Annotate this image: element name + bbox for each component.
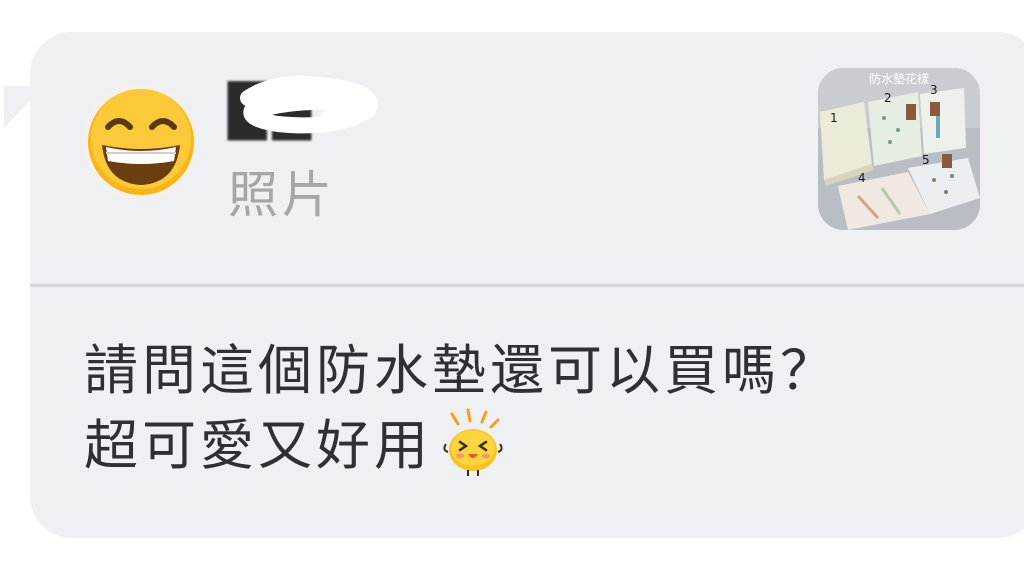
message-text: 請問這個防水墊還可以買嗎？ 超可愛又好用 [84, 334, 1004, 483]
message-line-2: 超可愛又好用 [84, 414, 432, 477]
svg-text:4: 4 [858, 171, 866, 185]
grinning-face-icon [88, 89, 194, 195]
message-line-1: 請問這個防水墊還可以買嗎？ [84, 339, 838, 402]
svg-text:1: 1 [830, 111, 838, 125]
photo-caption: 防水墊花樣 [868, 72, 929, 86]
sender-name: ██ [228, 68, 388, 144]
reply-divider [30, 284, 1024, 287]
svg-text:5: 5 [922, 153, 930, 167]
reply-type-label: 照片 [228, 166, 336, 224]
message-line-2-wrap: 超可愛又好用 [84, 408, 1004, 483]
svg-text:2: 2 [884, 91, 892, 105]
avatar[interactable] [82, 84, 198, 200]
reply-preview[interactable]: ██ 照片 1 2 3 4 5 防水墊花樣 [30, 32, 1024, 284]
redaction-scribble [240, 75, 378, 134]
photo-thumbnail[interactable]: 1 2 3 4 5 防水墊花樣 [818, 68, 980, 230]
waterproof-pad-photo: 1 2 3 4 5 [818, 68, 980, 230]
laughing-chick-icon [443, 408, 503, 476]
chat-screen: ██ 照片 1 2 3 4 5 防水墊花樣 請問這個防水墊還可以買嗎？ 超可愛又… [0, 0, 1024, 567]
